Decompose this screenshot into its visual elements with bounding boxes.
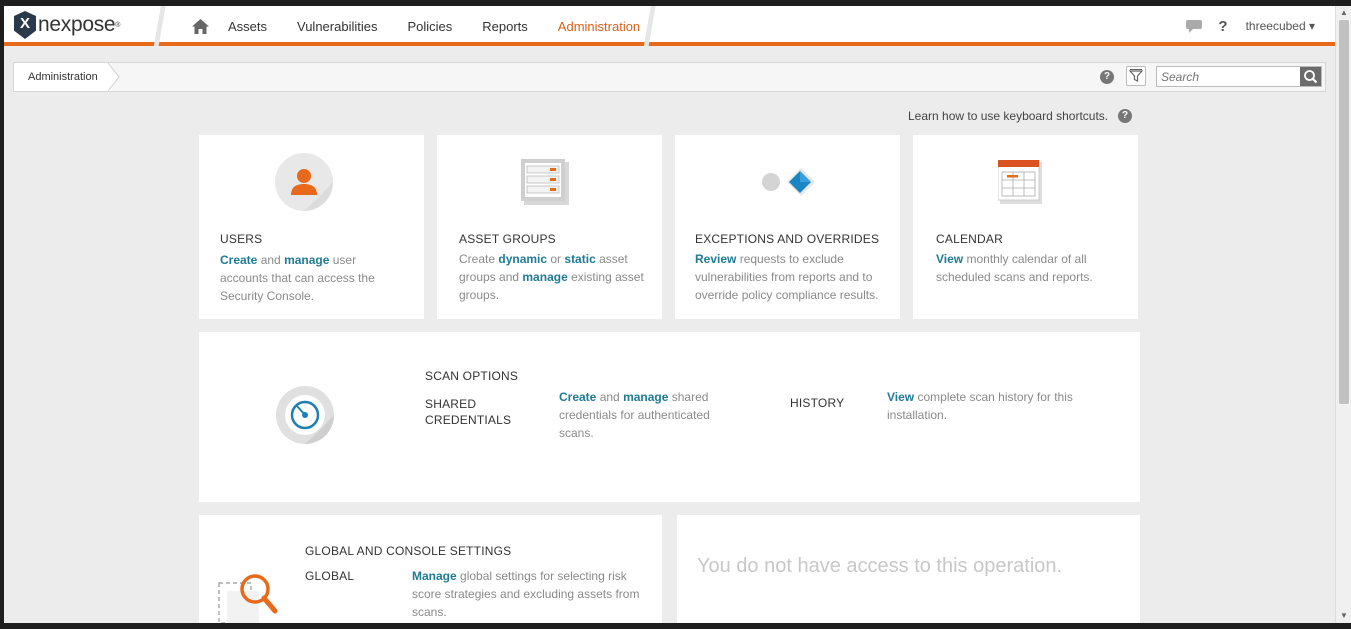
- nav-policies[interactable]: Policies: [407, 19, 452, 34]
- exceptions-card[interactable]: EXCEPTIONS AND OVERRIDES Review requests…: [675, 135, 900, 319]
- calendar-card[interactable]: CALENDAR View monthly calendar of all sc…: [913, 135, 1138, 319]
- scrollbar-thumb[interactable]: [1339, 20, 1349, 404]
- page-help-icon[interactable]: ?: [1100, 70, 1114, 84]
- asset-groups-card[interactable]: ASSET GROUPS Create dynamic or static as…: [437, 135, 662, 319]
- exceptions-review-link[interactable]: Review: [695, 252, 736, 266]
- top-right-tools: ? threecubed ▾: [1186, 6, 1315, 46]
- shared-credentials-create-link[interactable]: Create: [559, 390, 596, 404]
- calendar-title: CALENDAR: [936, 232, 1003, 246]
- asset-groups-manage-link[interactable]: manage: [522, 270, 567, 284]
- app-name: nexpose: [38, 13, 116, 36]
- breadcrumb-administration[interactable]: Administration: [14, 63, 112, 91]
- nav-assets[interactable]: Assets: [228, 19, 267, 34]
- users-description: Create and manage user accounts that can…: [220, 253, 375, 303]
- filter-icon: [1128, 69, 1144, 82]
- asset-groups-dynamic-link[interactable]: dynamic: [498, 252, 547, 266]
- scan-options-icon: [275, 385, 337, 452]
- users-create-link[interactable]: Create: [220, 253, 257, 267]
- global-settings-title: GLOBAL AND CONSOLE SETTINGS: [305, 544, 512, 558]
- asset-groups-icon: [521, 159, 569, 210]
- global-settings-card: GLOBAL AND CONSOLE SETTINGS GLOBAL Manag…: [199, 515, 662, 623]
- search-box: [1156, 66, 1322, 87]
- no-access-card: You do not have access to this operation…: [677, 515, 1140, 623]
- calendar-view-link[interactable]: View: [936, 252, 963, 266]
- global-label: GLOBAL: [305, 569, 355, 583]
- calendar-description: View monthly calendar of all scheduled s…: [936, 252, 1093, 284]
- chat-icon[interactable]: [1186, 19, 1203, 33]
- nav-reports[interactable]: Reports: [482, 19, 528, 34]
- help-question-icon[interactable]: ?: [1218, 18, 1227, 35]
- scan-options-title: SCAN OPTIONS: [425, 369, 519, 383]
- keyboard-help-icon[interactable]: ?: [1118, 109, 1132, 123]
- asset-groups-title: ASSET GROUPS: [459, 232, 556, 246]
- filter-button[interactable]: [1126, 66, 1146, 86]
- search-button[interactable]: [1300, 67, 1321, 86]
- no-access-message: You do not have access to this operation…: [697, 555, 1063, 577]
- nexpose-x-icon: X: [14, 11, 36, 39]
- vertical-scrollbar[interactable]: ▲ ▼: [1335, 6, 1351, 623]
- user-icon: [275, 153, 335, 218]
- exceptions-icon: [761, 168, 819, 203]
- exceptions-title: EXCEPTIONS AND OVERRIDES: [695, 232, 880, 246]
- users-manage-link[interactable]: manage: [284, 253, 329, 267]
- shared-credentials-description: Create and manage shared credentials for…: [559, 390, 710, 440]
- exceptions-description: Review requests to exclude vulnerabiliti…: [695, 252, 879, 302]
- history-view-link[interactable]: View: [887, 390, 914, 404]
- asset-groups-description: Create dynamic or static asset groups an…: [459, 252, 644, 302]
- history-description: View complete scan history for this inst…: [887, 390, 1073, 422]
- user-menu[interactable]: threecubed ▾: [1246, 19, 1315, 33]
- breadcrumb-bar: Administration ?: [13, 62, 1326, 92]
- scan-options-card: SCAN OPTIONS SHARED CREDENTIALS Create a…: [199, 332, 1140, 502]
- nav-vulnerabilities[interactable]: Vulnerabilities: [297, 19, 377, 34]
- calendar-icon: [997, 159, 1042, 209]
- scroll-up-icon[interactable]: ▲: [1336, 6, 1351, 20]
- global-description: Manage global settings for selecting ris…: [412, 569, 640, 619]
- top-nav-bar: X nexpose ® Assets Vulnerabilities Polici…: [4, 6, 1335, 46]
- scroll-down-icon[interactable]: ▼: [1336, 609, 1351, 623]
- shared-credentials-label: SHARED CREDENTIALS: [425, 397, 512, 427]
- global-manage-link[interactable]: Manage: [412, 569, 457, 583]
- search-icon: [1304, 70, 1318, 84]
- breadcrumb-chevron-icon: [108, 63, 120, 91]
- global-settings-magnifier-icon: [217, 571, 279, 623]
- users-title: USERS: [220, 232, 263, 246]
- home-icon[interactable]: [192, 18, 210, 34]
- nexpose-logo[interactable]: X nexpose ®: [14, 11, 120, 39]
- history-label: HISTORY: [790, 396, 845, 410]
- keyboard-shortcuts-link[interactable]: Learn how to use keyboard shortcuts.: [908, 109, 1108, 123]
- asset-groups-static-link[interactable]: static: [564, 252, 595, 266]
- search-input[interactable]: [1157, 67, 1300, 86]
- browser-viewport: X nexpose ® Assets Vulnerabilities Polici…: [4, 6, 1335, 623]
- main-nav: Assets Vulnerabilities Policies Reports …: [192, 6, 670, 46]
- users-card[interactable]: USERS Create and manage user accounts th…: [199, 135, 424, 319]
- nav-administration[interactable]: Administration: [558, 19, 640, 34]
- shared-credentials-manage-link[interactable]: manage: [623, 390, 668, 404]
